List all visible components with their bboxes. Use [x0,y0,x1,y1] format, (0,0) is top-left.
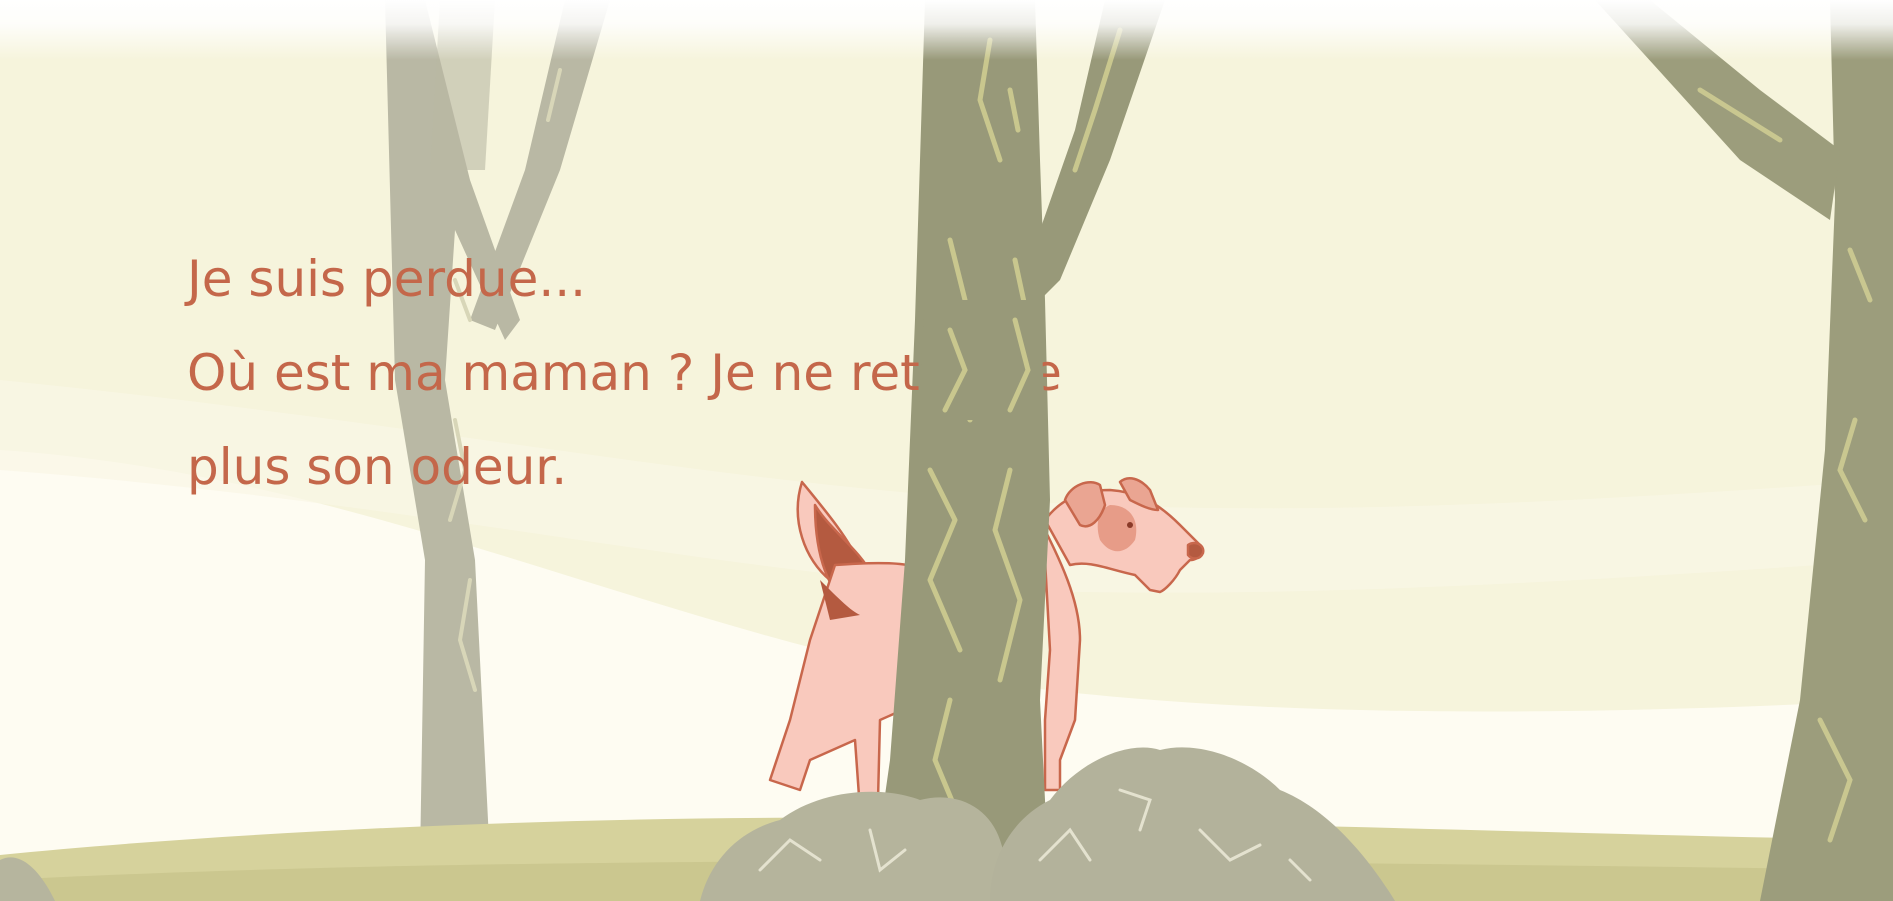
story-page: Je suis perdue... Où est ma maman ? Je n… [0,0,1893,901]
story-line-2: Où est ma maman ? Je ne retrouve [187,344,1062,402]
story-line-1: Je suis perdue... [187,250,587,308]
story-text: Je suis perdue... Où est ma maman ? Je n… [187,232,1237,514]
story-line-3: plus son odeur. [187,438,568,496]
